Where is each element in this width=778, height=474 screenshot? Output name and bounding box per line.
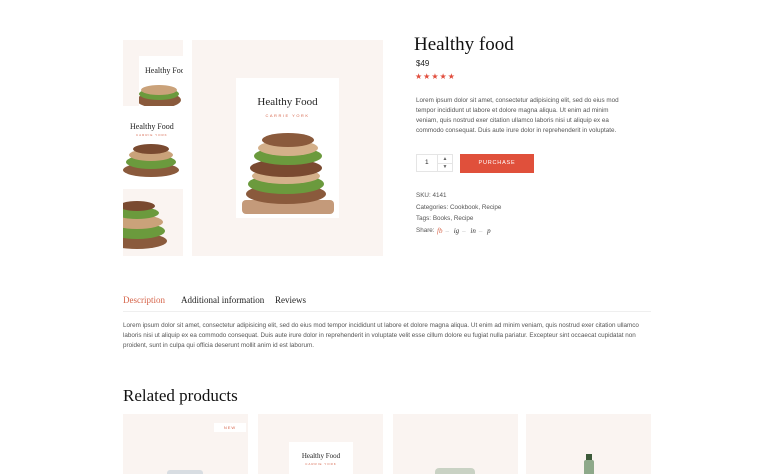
- book-cover: Healthy Food CARRIE YORK: [236, 78, 339, 218]
- linkedin-icon[interactable]: in: [470, 227, 475, 235]
- categories-row: Categories: Cookbook, Recipe: [416, 204, 502, 211]
- book-cover-title: Healthy Food: [130, 122, 174, 131]
- thumbnail-1[interactable]: Healthy Food: [123, 40, 183, 106]
- quantity-stepper[interactable]: 1 ▲ ▼: [416, 154, 453, 172]
- book-cover-author: CARRIE YORK: [136, 133, 168, 137]
- product-jar-image: [167, 470, 203, 474]
- tab-reviews[interactable]: Reviews: [275, 295, 306, 305]
- purchase-button[interactable]: PURCHASE: [460, 154, 534, 173]
- product-price: $49: [416, 59, 430, 68]
- share-label: Share:: [416, 227, 435, 234]
- book-cover-thumb: Healthy Food CARRIE YORK: [123, 114, 183, 181]
- book-cover-title: Healthy Food: [145, 66, 183, 75]
- book-cover-author: CARRIE YORK: [265, 113, 310, 118]
- related-products-heading: Related products: [123, 386, 238, 405]
- main-product-image[interactable]: Healthy Food CARRIE YORK: [192, 40, 383, 256]
- new-badge: NEW: [214, 423, 246, 432]
- sku-row: SKU: 4141: [416, 192, 446, 199]
- product-jar-image: [435, 468, 475, 474]
- book-cover-author: CARRIE YORK: [305, 462, 337, 466]
- tags-row: Tags: Books, Recipe: [416, 215, 474, 222]
- related-product-card[interactable]: [526, 414, 651, 474]
- categories-label: Categories:: [416, 204, 449, 211]
- book-cover-thumb: Healthy Food: [139, 56, 183, 106]
- book-cover-title: Healthy Food: [257, 96, 318, 108]
- share-icons: fb – ig – in – p: [437, 227, 491, 235]
- tab-description-content: Lorem ipsum dolor sit amet, consectetur …: [123, 322, 639, 349]
- sandwich-image: [123, 201, 167, 249]
- facebook-icon[interactable]: fb: [437, 227, 442, 235]
- thumbnail-3[interactable]: [123, 189, 183, 256]
- related-product-card[interactable]: Healthy Food CARRIE YORK: [258, 414, 383, 474]
- tag-link[interactable]: Recipe: [454, 215, 474, 222]
- book-cover: Healthy Food CARRIE YORK: [289, 442, 353, 474]
- instagram-icon[interactable]: ig: [454, 227, 459, 235]
- rating-stars: ★★★★★: [415, 72, 456, 81]
- tab-additional-information[interactable]: Additional information: [181, 295, 264, 305]
- quantity-value[interactable]: 1: [425, 159, 429, 166]
- category-link[interactable]: Cookbook: [450, 204, 478, 211]
- related-product-card[interactable]: NEW: [123, 414, 248, 474]
- sandwich-image: [242, 133, 334, 214]
- chevron-down-icon[interactable]: ▼: [437, 163, 452, 171]
- thumbnail-2[interactable]: Healthy Food CARRIE YORK: [123, 114, 183, 181]
- tag-link[interactable]: Books: [433, 215, 451, 222]
- related-product-card[interactable]: [393, 414, 518, 474]
- product-short-description: Lorem ipsum dolor sit amet, consectetur …: [416, 97, 619, 134]
- tags-label: Tags:: [416, 215, 432, 222]
- tab-divider: [123, 311, 651, 312]
- tab-description[interactable]: Description: [123, 295, 165, 305]
- sku-label: SKU:: [416, 192, 431, 199]
- product-title: Healthy food: [414, 34, 514, 55]
- sandwich-image: [139, 85, 181, 106]
- product-bottle-image: [584, 454, 594, 474]
- thumbnail-gallery: Healthy Food Healthy Food CARRIE YORK: [123, 40, 183, 256]
- sandwich-image: [123, 144, 179, 177]
- book-cover-title: Healthy Food: [301, 452, 341, 460]
- category-link[interactable]: Recipe: [482, 204, 502, 211]
- sku-value: 4141: [432, 192, 447, 199]
- pinterest-icon[interactable]: p: [487, 227, 491, 235]
